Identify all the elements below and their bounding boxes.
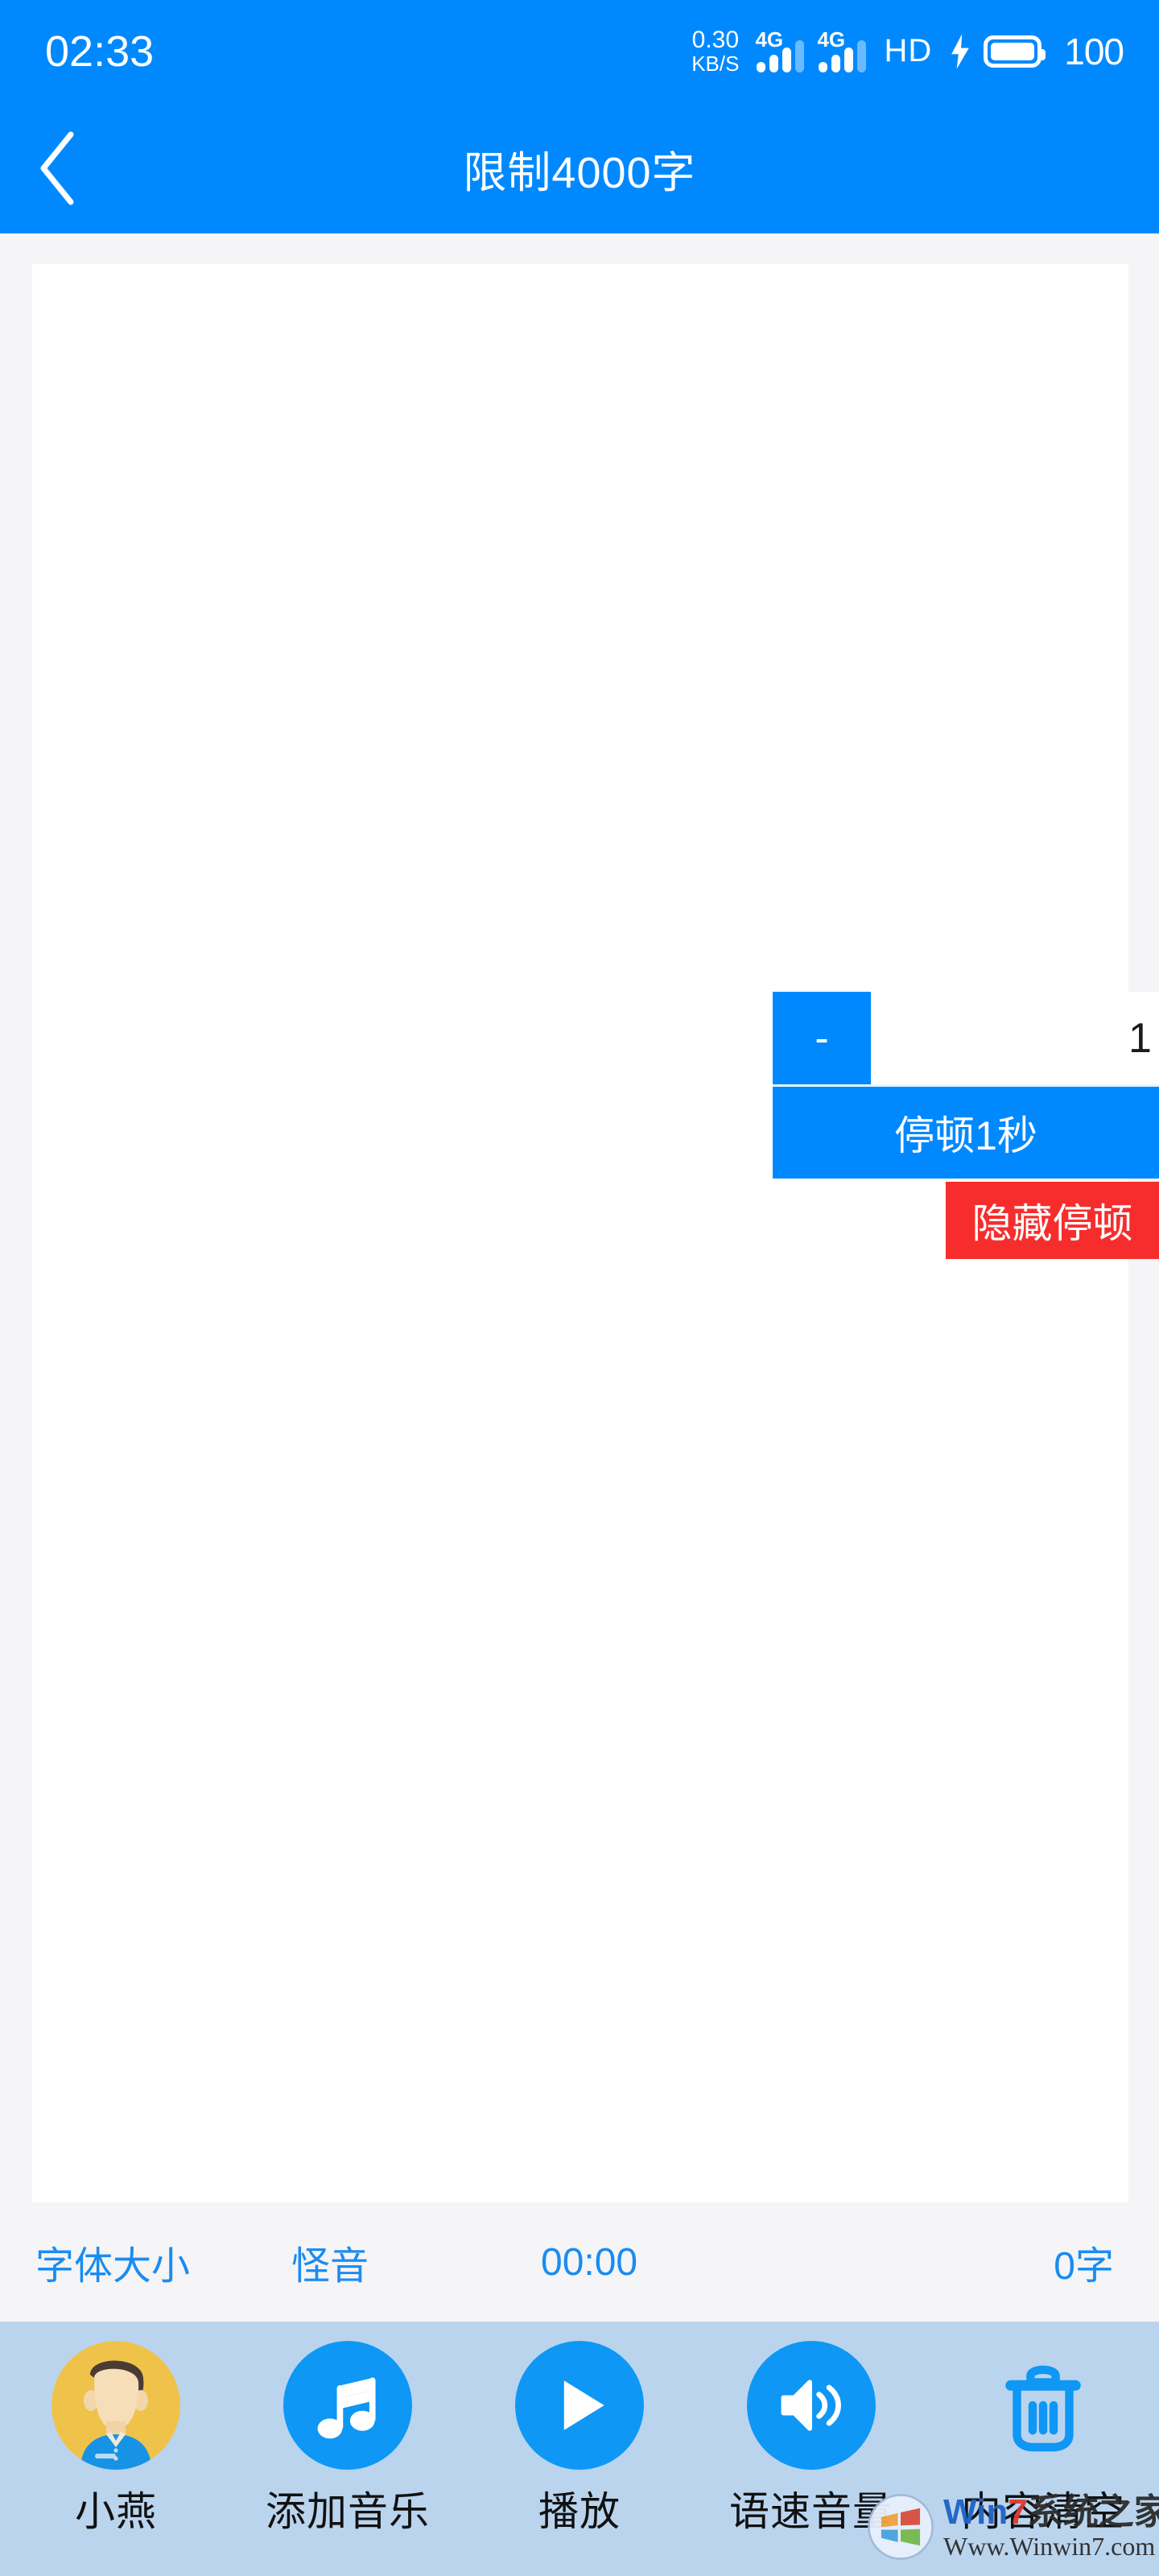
music-note-icon (283, 2341, 412, 2470)
signal-bars-sim1-icon: 4G (755, 27, 805, 72)
toolbar-label-voice: 小燕 (75, 2489, 157, 2534)
pause-duration-input[interactable] (871, 992, 1159, 1084)
voice-effect-button[interactable]: 怪音 (291, 2234, 369, 2290)
battery-icon (984, 35, 1046, 68)
trash-icon (979, 2341, 1107, 2470)
back-button[interactable] (0, 103, 113, 233)
font-size-button[interactable]: 字体大小 (35, 2234, 190, 2290)
sim2-network-type-label: 4G (817, 27, 846, 52)
character-count-label: 0字 (1054, 2245, 1114, 2288)
pause-duration-stepper: - + (773, 992, 1159, 1087)
pause-control-panel: - + 停顿1秒 隐藏停顿 (773, 992, 1159, 1259)
title-bar: 限制4000字 (0, 103, 1159, 233)
toolbar-item-clear[interactable]: 内容清空 (934, 2341, 1152, 2537)
hide-pause-button[interactable]: 隐藏停顿 (946, 1182, 1159, 1259)
network-speed-value: 0.30 (691, 27, 740, 54)
app-screen: 02:33 0.30 KB/S 4G 4G HD 100 限制4000字 - 1… (0, 0, 1159, 2576)
avatar (52, 2341, 180, 2470)
toolbar-item-play[interactable]: 播放 (471, 2341, 688, 2537)
toolbar-label-clear: 内容清空 (961, 2489, 1125, 2534)
insert-pause-button[interactable]: 停顿1秒 (773, 1087, 1159, 1179)
battery-fill (991, 42, 1035, 60)
status-indicators: 0.30 KB/S 4G 4G HD 100 (691, 28, 1124, 74)
hd-voice-label: HD (884, 33, 933, 69)
toolbar-label-speed-volume: 语速音量 (729, 2489, 893, 2534)
sim1-network-type-label: 4G (755, 27, 784, 52)
status-bar: 02:33 0.30 KB/S 4G 4G HD 100 (0, 0, 1159, 103)
page-title: 限制4000字 (463, 148, 696, 197)
toolbar-item-speed-volume[interactable]: 语速音量 (703, 2341, 920, 2537)
editor-info-bar: 字体大小 怪音 00:00 0字 (0, 2202, 1159, 2322)
network-speed-unit: KB/S (691, 52, 740, 76)
toolbar-label-add-music: 添加音乐 (266, 2489, 430, 2534)
play-icon (515, 2341, 644, 2470)
bottom-toolbar: 小燕 添加音乐 播放 语速音量 内容清空 (0, 2322, 1159, 2576)
battery-percent-label: 100 (1064, 30, 1124, 72)
chevron-left-icon (40, 131, 74, 205)
user-avatar-icon (52, 2341, 180, 2470)
toolbar-label-play: 播放 (538, 2489, 621, 2534)
toolbar-item-add-music[interactable]: 添加音乐 (239, 2341, 456, 2537)
duration-label: 00:00 (541, 2240, 638, 2284)
signal-bars-sim2-icon: 4G (817, 27, 867, 72)
decrement-button[interactable]: - (773, 992, 871, 1084)
status-clock: 02:33 (45, 27, 155, 76)
toolbar-item-voice[interactable]: 小燕 (7, 2341, 225, 2537)
charging-bolt-icon (951, 34, 970, 69)
speaker-volume-icon (747, 2341, 876, 2470)
network-speed-indicator: 0.30 KB/S (691, 28, 739, 74)
